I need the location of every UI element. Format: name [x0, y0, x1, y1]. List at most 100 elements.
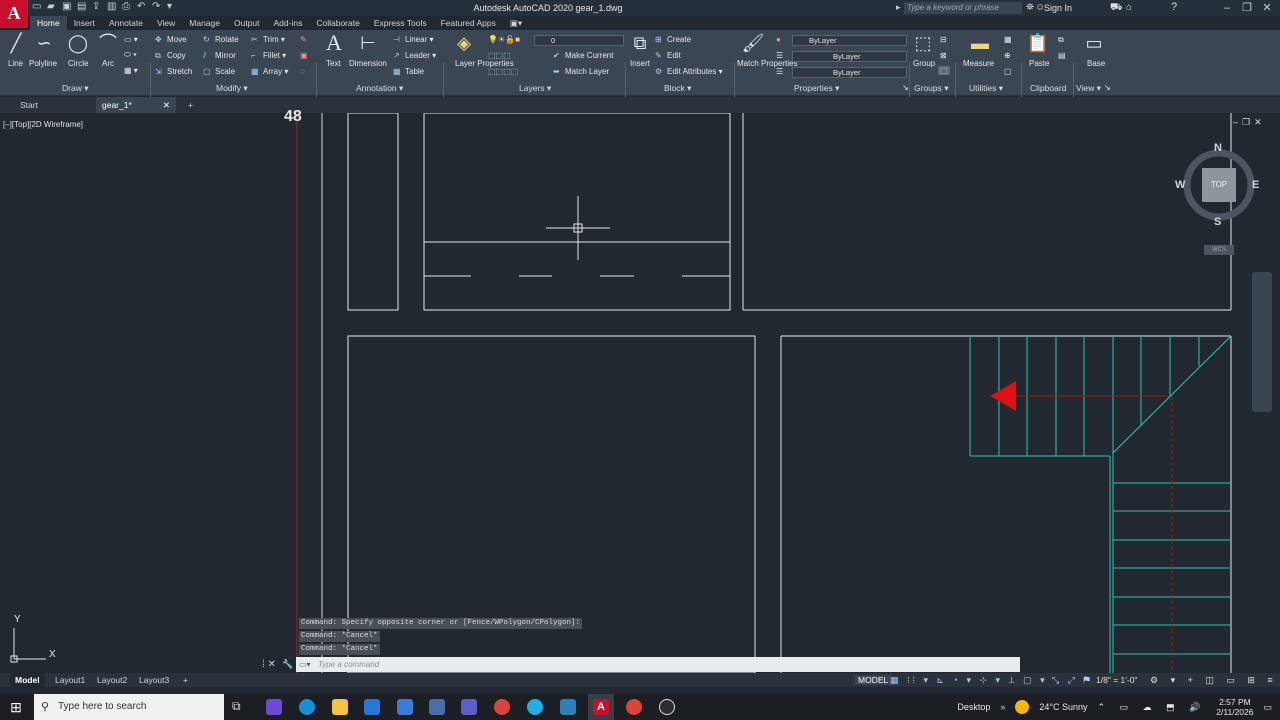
measure-icon[interactable]: ▬ [968, 32, 992, 54]
measure-button[interactable]: Measure [963, 59, 994, 68]
paste-icon[interactable]: 📋 [1026, 32, 1050, 54]
hatch-icon[interactable]: ⬭ ▾ [124, 50, 137, 60]
annotation-scale[interactable]: 1/8" = 1'-0" [1096, 675, 1137, 685]
line-icon[interactable]: ╱ [4, 32, 28, 54]
close-icon[interactable]: ✕ [1260, 1, 1274, 15]
new-layout-icon[interactable]: + [178, 673, 193, 687]
erase-icon[interactable]: ✎ [300, 35, 307, 44]
gradient-icon[interactable]: ▦ ▾ [124, 66, 138, 75]
minimize-icon[interactable]: – [1220, 1, 1234, 15]
select-all-icon[interactable]: ▢ [1004, 67, 1012, 76]
edit-attributes-button[interactable]: ⚙ Edit Attributes ▾ [655, 67, 723, 76]
drawing-geometry[interactable] [0, 113, 1280, 673]
move-button[interactable]: ✥ Move [155, 35, 187, 44]
base-button[interactable]: Base [1087, 59, 1105, 68]
circle-button[interactable]: Circle [68, 59, 88, 68]
calculator-app-icon[interactable] [429, 699, 445, 715]
linetype-icon[interactable]: ☰ [776, 67, 783, 76]
compass-north[interactable]: N [1214, 142, 1222, 154]
autocad-taskbar-button[interactable]: A [588, 694, 614, 720]
rectangle-icon[interactable]: ▭ ▾ [124, 35, 138, 44]
compass-east[interactable]: E [1252, 179, 1259, 191]
stretch-button[interactable]: ⇲ Stretch [155, 67, 192, 76]
array-button[interactable]: ▦ Array ▾ [251, 67, 288, 76]
text-button[interactable]: Text [326, 59, 341, 68]
paste-button[interactable]: Paste [1029, 59, 1049, 68]
annotation-panel-title[interactable]: Annotation ▾ [356, 83, 403, 94]
viewcube-top-face[interactable]: TOP [1202, 168, 1236, 202]
viewport-window-controls[interactable]: –❐✕ [1233, 117, 1266, 128]
chrome-profile-app-icon[interactable] [626, 699, 642, 715]
obs-app-icon[interactable] [659, 699, 675, 715]
group-selection-icon[interactable]: ⬚ [938, 66, 950, 75]
arc-icon[interactable]: ⌒ [96, 32, 120, 54]
customize-icon[interactable]: 🔧 [282, 659, 293, 670]
store-app-icon[interactable] [397, 699, 413, 715]
circle-icon[interactable]: ◯ [66, 32, 90, 54]
color-dropdown[interactable]: ByLayer [792, 35, 907, 46]
viewcube[interactable]: TOP N S E W [1175, 142, 1259, 228]
toolbar-chevron-icon[interactable]: » [1000, 702, 1005, 712]
copilot-app-icon[interactable] [266, 699, 282, 715]
layer-properties-icon[interactable]: ◈ [452, 32, 476, 54]
annotation-toggles-icons[interactable]: ⤡ ⤢ ⚑ [1052, 675, 1093, 686]
polyline-button[interactable]: Polyline [29, 59, 57, 68]
chrome-app-icon[interactable] [494, 699, 510, 715]
help-icon[interactable]: ? [1171, 1, 1177, 13]
layer-dropdown[interactable]: 0 [534, 35, 624, 46]
tab-home[interactable]: Home [30, 16, 67, 30]
linetype-dropdown[interactable]: ByLayer [792, 67, 907, 78]
skype-app-icon[interactable] [527, 699, 543, 715]
new-tab-icon[interactable]: + [182, 97, 199, 113]
tab-annotate[interactable]: Annotate [102, 16, 150, 30]
polyline-icon[interactable]: ∽ [32, 32, 56, 54]
match-properties-icon[interactable]: 🖌 [741, 32, 765, 54]
base-view-icon[interactable]: ▭ [1082, 32, 1106, 54]
navigation-bar[interactable] [1252, 272, 1272, 412]
id-point-icon[interactable]: ⊕ [1004, 51, 1011, 60]
restore-icon[interactable]: ❐ [1240, 1, 1254, 15]
insert-block-icon[interactable]: ⧉ [628, 32, 652, 54]
text-icon[interactable]: A [322, 32, 346, 54]
close-tab-icon[interactable]: ✕ [163, 97, 170, 113]
help-search-input[interactable]: Type a keyword or phrase [904, 2, 1022, 14]
sign-in-button[interactable]: Sign In [1044, 3, 1072, 13]
group-button[interactable]: Group [913, 59, 935, 68]
layer-tools-row2-icons[interactable]: ⬚⬚⬚⬚ [488, 67, 518, 76]
file-tab-gear[interactable]: gear_1* ✕ [96, 97, 176, 113]
command-input[interactable]: Type a command [296, 657, 1020, 672]
edge-app-icon[interactable] [299, 699, 315, 715]
compass-south[interactable]: S [1214, 216, 1221, 228]
view-launcher-icon[interactable]: ↘ [1104, 83, 1111, 92]
file-explorer-icon[interactable] [332, 699, 348, 715]
taskbar-search-input[interactable]: ⚲ Type here to search [34, 694, 224, 720]
edit-block-button[interactable]: ✎ Edit [655, 51, 681, 60]
tab-manage[interactable]: Manage [182, 16, 227, 30]
dimension-icon[interactable]: ⊢ [356, 32, 380, 54]
viewport-controls[interactable]: [–][Top][2D Wireframe] [3, 120, 83, 129]
group-edit-icon[interactable]: ⊠ [940, 51, 947, 60]
arc-button[interactable]: Arc [102, 59, 114, 68]
explode-icon[interactable]: ▣ [300, 51, 308, 60]
copy-clip-icon[interactable]: ⧉ [1058, 35, 1064, 45]
ribbon-toggle-icon[interactable]: ▣▾ [503, 16, 529, 30]
lineweight-icon[interactable]: ☰ [776, 51, 783, 60]
color-wheel-icon[interactable]: ● [776, 35, 781, 44]
command-window-close-icon[interactable]: ⁞ ✕ [262, 659, 276, 670]
layer-state-icons[interactable]: 💡☀🔓■ [488, 35, 520, 44]
tab-express-tools[interactable]: Express Tools [367, 16, 434, 30]
offset-icon[interactable]: ◌ [300, 67, 305, 76]
tab-layout1[interactable]: Layout1 [50, 673, 90, 687]
a360-icon[interactable]: ⌂ [1126, 2, 1132, 13]
cut-icon[interactable]: ▤ [1058, 51, 1066, 60]
tab-collaborate[interactable]: Collaborate [309, 16, 366, 30]
table-button[interactable]: ▦ Table [393, 67, 424, 76]
task-view-icon[interactable]: ⧉ [232, 699, 241, 714]
dimension-button[interactable]: Dimension [349, 59, 387, 68]
layers-panel-title[interactable]: Layers ▾ [519, 83, 551, 94]
insert-button[interactable]: Insert [630, 59, 650, 68]
tab-insert[interactable]: Insert [67, 16, 102, 30]
block-panel-title[interactable]: Block ▾ [664, 83, 691, 94]
create-block-button[interactable]: ⊞ Create [655, 35, 691, 44]
utilities-panel-title[interactable]: Utilities ▾ [969, 83, 1003, 94]
